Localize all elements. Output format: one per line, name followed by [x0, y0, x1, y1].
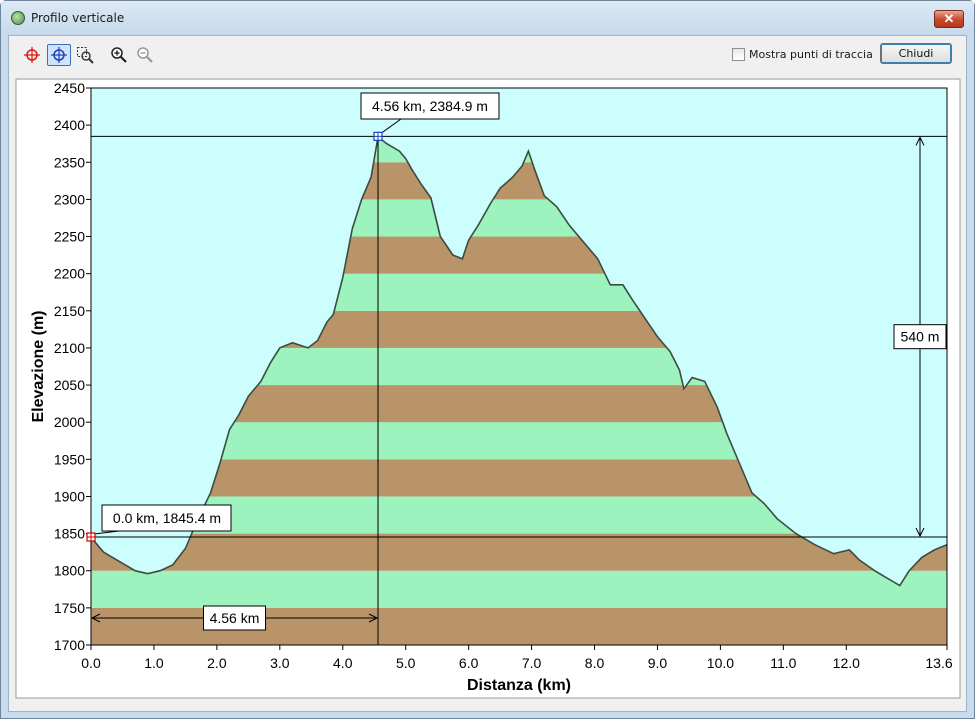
y-tick-label: 2150 — [54, 303, 85, 319]
y-tick-label: 2200 — [54, 266, 85, 282]
x-tick-label: 5.0 — [396, 655, 416, 671]
y-tick-label: 1700 — [54, 637, 85, 653]
y-tick-label: 2300 — [54, 191, 85, 207]
x-tick-label: 1.0 — [144, 655, 164, 671]
x-tick-label: 12.0 — [833, 655, 860, 671]
y-tick-label: 2250 — [54, 229, 85, 245]
y-tick-label: 1950 — [54, 451, 85, 467]
y-tick-label: 2350 — [54, 154, 85, 170]
elevation-gain-label: 540 m — [901, 329, 940, 345]
x-tick-label: 9.0 — [648, 655, 668, 671]
y-tick-label: 1750 — [54, 600, 85, 616]
elevation-band — [91, 570, 947, 608]
elevation-profile-chart[interactable]: 1700 1750 1800 1850 1900 1950 2000 2050 2100 2150… — [1, 1, 975, 719]
y-axis-label: Elevazione (m) — [30, 310, 47, 422]
x-tick-label: 7.0 — [522, 655, 542, 671]
y-tick-label: 1850 — [54, 526, 85, 542]
start-callout-label: 0.0 km, 1845.4 m — [113, 510, 221, 526]
y-tick-label: 1800 — [54, 563, 85, 579]
y-tick-label: 2400 — [54, 117, 85, 133]
distance-label: 4.56 km — [210, 610, 260, 626]
y-tick-label: 2000 — [54, 414, 85, 430]
x-tick-label: 0.0 — [81, 655, 101, 671]
x-tick-label: 8.0 — [585, 655, 605, 671]
x-tick-label: 13.6 — [925, 655, 952, 671]
peak-callout-label: 4.56 km, 2384.9 m — [372, 98, 488, 114]
y-tick-label: 1900 — [54, 488, 85, 504]
profile-window: Profilo verticale ✕ Mostra punti di trac… — [0, 0, 975, 719]
x-tick-label: 4.0 — [333, 655, 353, 671]
x-tick-label: 2.0 — [207, 655, 227, 671]
x-tick-label: 6.0 — [459, 655, 479, 671]
y-tick-label: 2100 — [54, 340, 85, 356]
x-tick-label: 3.0 — [270, 655, 290, 671]
x-tick-label: 11.0 — [770, 655, 796, 671]
y-tick-label: 2050 — [54, 377, 85, 393]
x-tick-label: 10.0 — [707, 655, 734, 671]
x-axis-label: Distanza (km) — [467, 677, 571, 694]
y-tick-label: 2450 — [54, 80, 85, 96]
